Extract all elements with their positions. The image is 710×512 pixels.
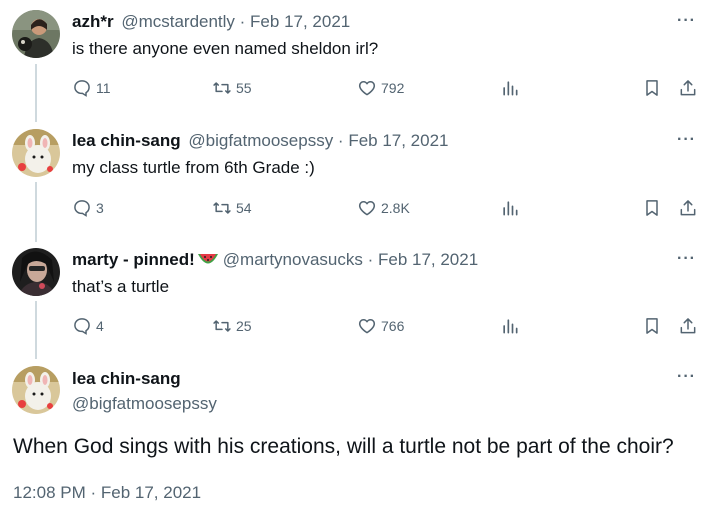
retweet-arrows-icon <box>213 320 231 332</box>
handle[interactable]: @martynovasucks <box>223 250 363 269</box>
avatar-photo-icon <box>12 366 60 414</box>
heart-icon <box>358 319 376 334</box>
handle[interactable]: @bigfatmoosepssy <box>72 394 217 414</box>
retweet-button[interactable]: 25 <box>212 314 252 338</box>
bookmark-button[interactable] <box>642 196 662 220</box>
tweet-text: When God sings with his creations, will … <box>13 435 674 458</box>
action-bar: 4 25 766 <box>72 314 700 338</box>
share-button[interactable] <box>678 76 698 100</box>
more-options-button[interactable]: ··· <box>677 368 696 386</box>
share-upload-icon <box>680 80 696 96</box>
avatar[interactable] <box>12 129 60 177</box>
more-options-button[interactable]: ··· <box>677 131 696 149</box>
tweet-date[interactable]: Feb 17, 2021 <box>348 131 448 150</box>
heart-icon <box>358 81 376 96</box>
bar-chart-icon <box>503 81 518 96</box>
handle[interactable]: @bigfatmoosepssy <box>188 131 333 150</box>
retweet-count: 54 <box>236 200 252 216</box>
retweet-arrows-icon <box>213 202 231 214</box>
heart-icon <box>358 201 376 216</box>
tweet-timestamp[interactable]: 12:08 PM · Feb 17, 2021 <box>13 483 201 503</box>
views-button[interactable] <box>500 196 520 220</box>
watermelon-emoji-icon <box>197 254 218 264</box>
retweet-arrows-icon <box>213 82 231 94</box>
more-options-button[interactable]: ··· <box>677 250 696 268</box>
like-button[interactable]: 2.8K <box>357 196 410 220</box>
bookmark-icon <box>646 318 658 334</box>
more-options-button[interactable]: ··· <box>677 12 696 30</box>
display-name[interactable]: lea chin-sang <box>72 131 181 150</box>
reply-button[interactable]: 11 <box>72 76 111 100</box>
tweet-header: lea chin-sang @bigfatmoosepssy · Feb 17,… <box>72 131 449 151</box>
tweet-text: my class turtle from 6th Grade :) <box>72 158 315 177</box>
share-button[interactable] <box>678 196 698 220</box>
thread-line <box>35 301 37 359</box>
tweet-date[interactable]: Feb 17, 2021 <box>250 12 350 31</box>
speech-bubble-icon <box>74 80 90 97</box>
reply-count: 3 <box>96 200 104 216</box>
retweet-button[interactable]: 54 <box>212 196 252 220</box>
avatar[interactable] <box>12 248 60 296</box>
share-upload-icon <box>680 200 696 216</box>
tweet-text: is there anyone even named sheldon irl? <box>72 39 379 58</box>
avatar[interactable] <box>12 10 60 58</box>
display-name[interactable]: lea chin-sang <box>72 369 181 389</box>
bookmark-icon <box>646 80 658 96</box>
display-name[interactable]: marty - pinned! <box>72 250 195 269</box>
tweet-header: azh*r @mcstardently · Feb 17, 2021 <box>72 12 350 32</box>
avatar-photo-icon <box>12 248 60 296</box>
tweet-header: marty - pinned! @martynovasucks · Feb 17,… <box>72 250 478 270</box>
avatar-photo-icon <box>12 129 60 177</box>
display-name[interactable]: azh*r <box>72 12 114 31</box>
reply-count: 11 <box>96 80 111 96</box>
action-bar: 3 54 2.8K <box>72 196 700 220</box>
tweet-text: that’s a turtle <box>72 277 170 296</box>
speech-bubble-icon <box>74 318 90 335</box>
separator: · <box>234 12 251 31</box>
bar-chart-icon <box>503 319 518 334</box>
like-button[interactable]: 766 <box>357 314 404 338</box>
reply-button[interactable]: 3 <box>72 196 104 220</box>
share-button[interactable] <box>678 314 698 338</box>
bookmark-icon <box>646 200 658 216</box>
retweet-count: 25 <box>236 318 252 334</box>
separator: · <box>362 250 378 269</box>
like-count: 766 <box>381 318 405 334</box>
bookmark-button[interactable] <box>642 314 662 338</box>
views-button[interactable] <box>500 314 520 338</box>
thread-line <box>35 64 37 122</box>
tweet-date[interactable]: Feb 17, 2021 <box>378 250 478 269</box>
retweet-button[interactable]: 55 <box>212 76 252 100</box>
bar-chart-icon <box>503 201 518 216</box>
action-bar: 11 55 792 <box>72 76 700 100</box>
separator: · <box>333 131 349 150</box>
retweet-count: 55 <box>236 80 252 96</box>
share-upload-icon <box>680 318 696 334</box>
reply-button[interactable]: 4 <box>72 314 104 338</box>
views-button[interactable] <box>500 76 520 100</box>
thread-line <box>35 182 37 242</box>
bookmark-button[interactable] <box>642 76 662 100</box>
reply-count: 4 <box>96 318 104 334</box>
like-button[interactable]: 792 <box>357 76 404 100</box>
speech-bubble-icon <box>74 200 90 217</box>
like-count: 792 <box>381 80 405 96</box>
avatar-photo-icon <box>12 10 60 58</box>
handle[interactable]: @mcstardently <box>121 12 235 31</box>
like-count: 2.8K <box>381 200 410 216</box>
avatar[interactable] <box>12 366 60 414</box>
